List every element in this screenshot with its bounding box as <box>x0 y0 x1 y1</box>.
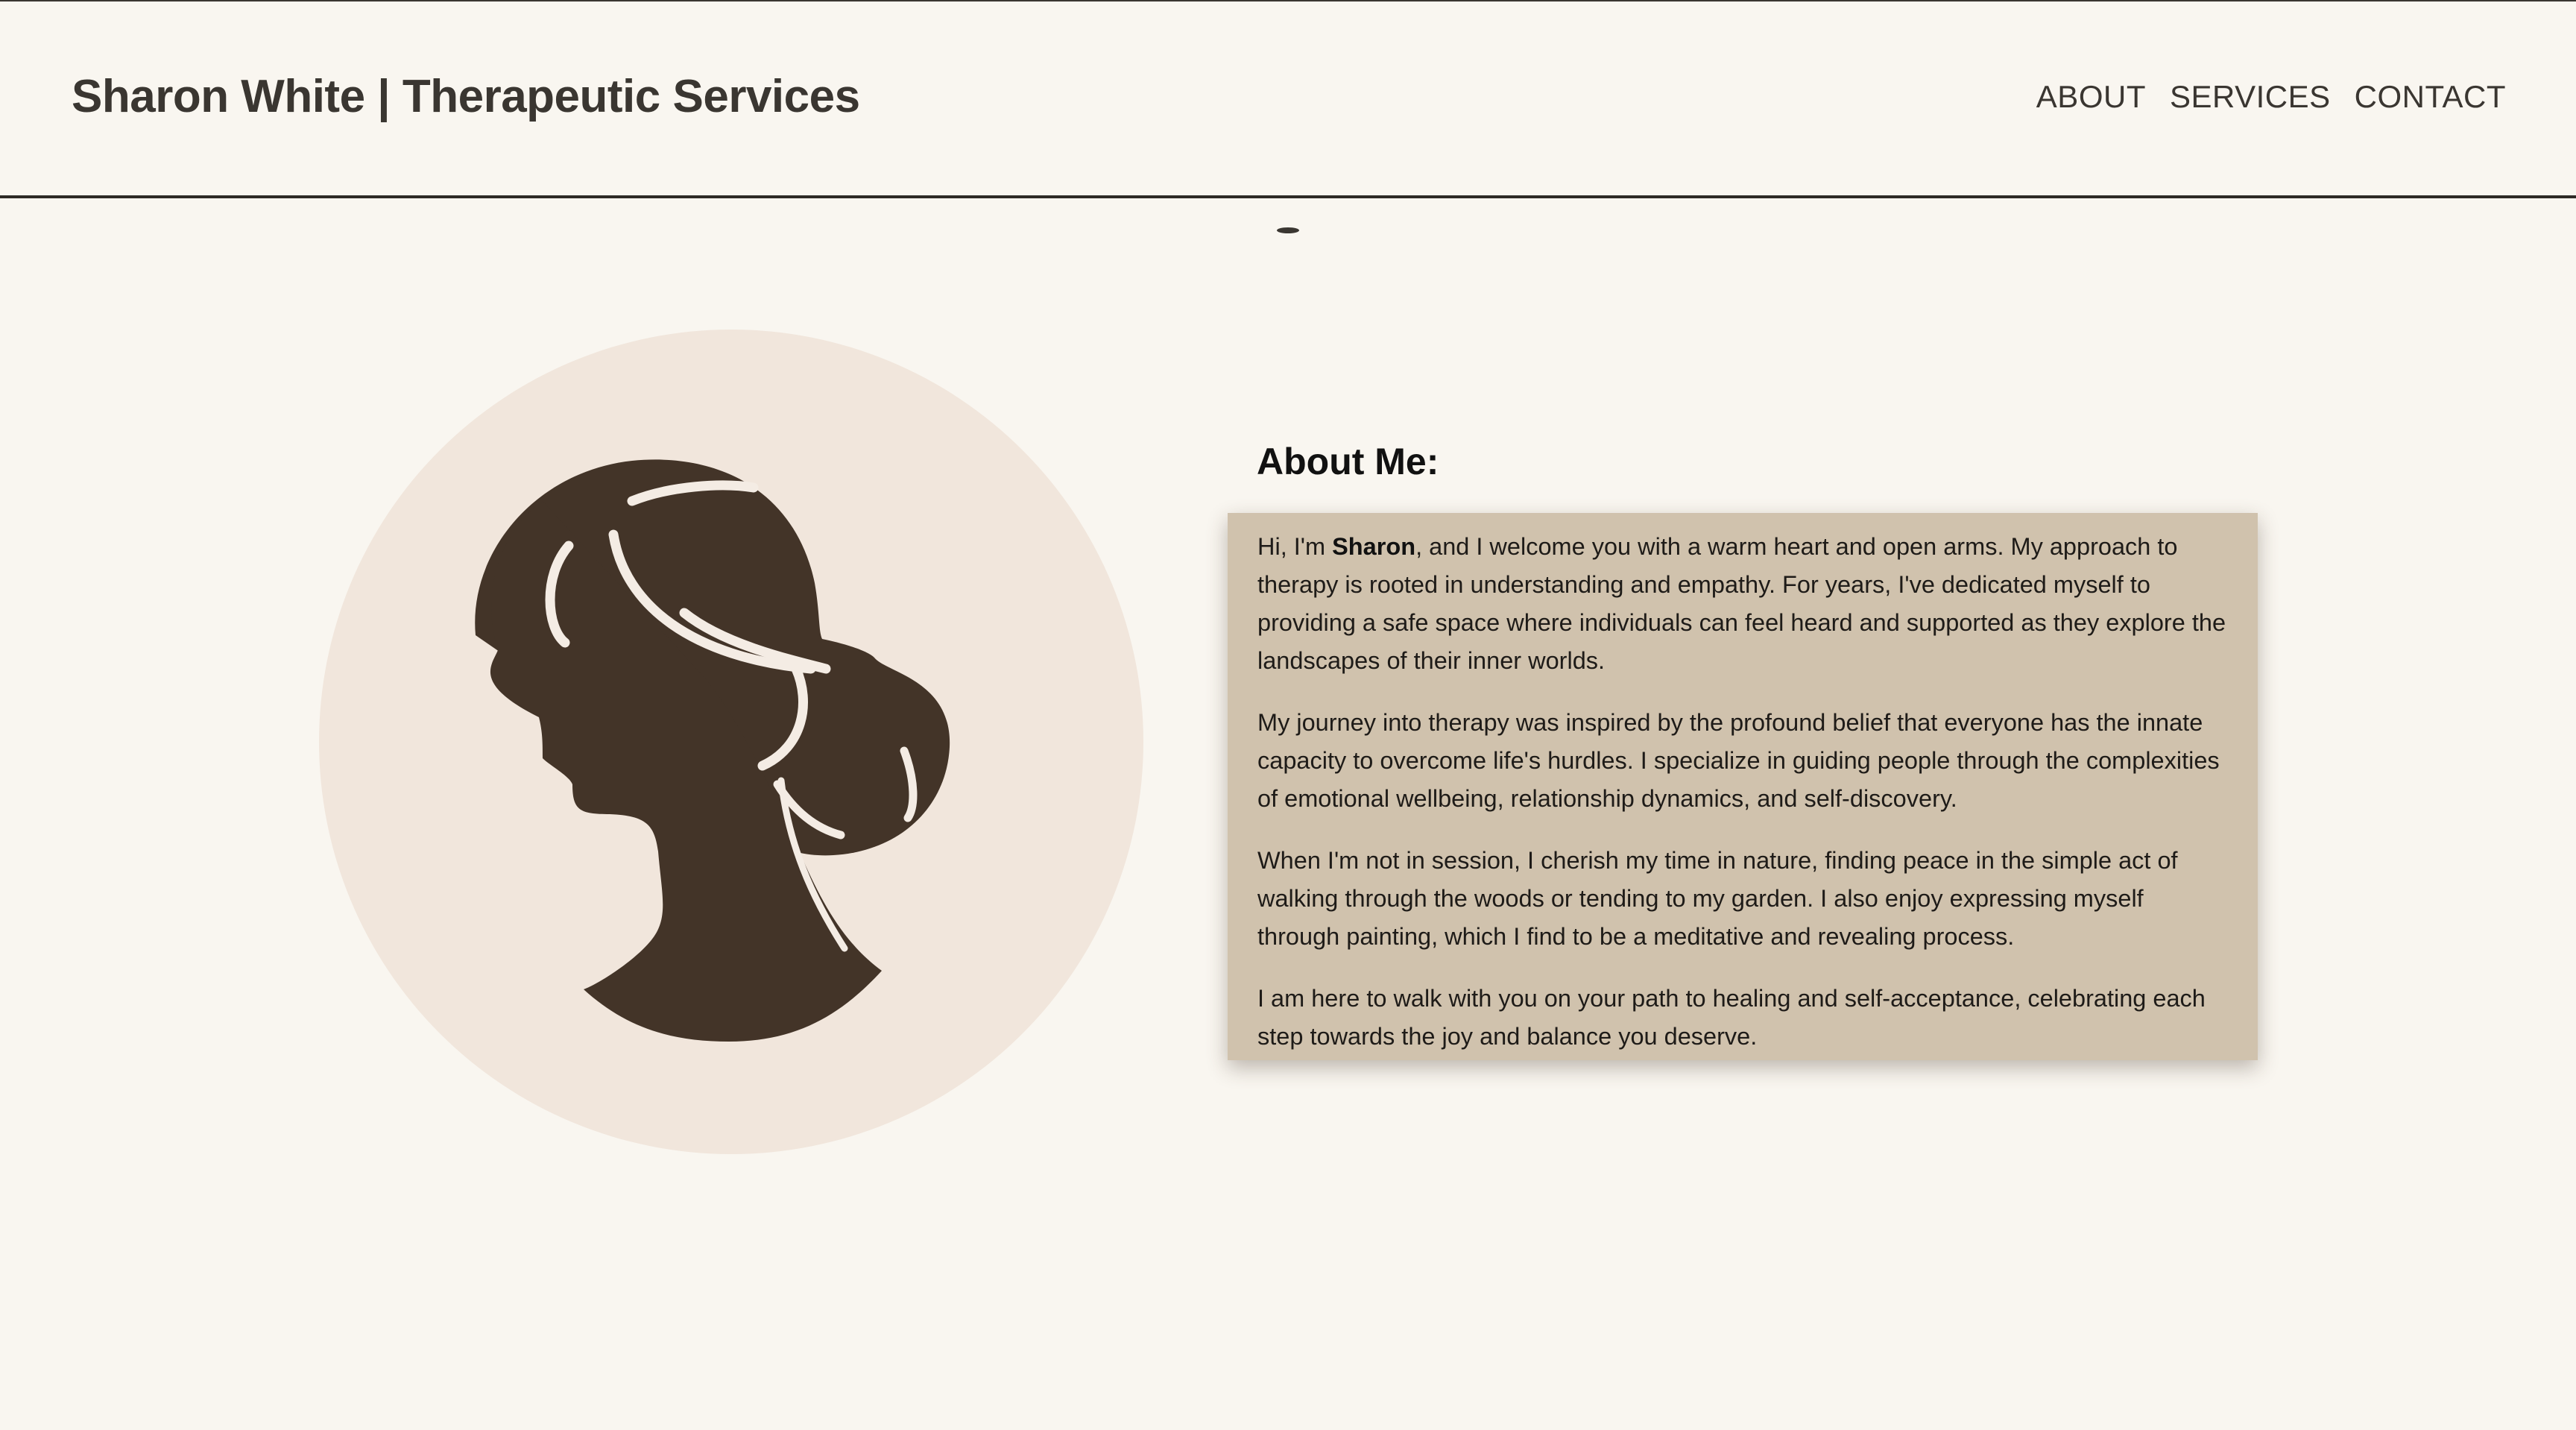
site-title[interactable]: Sharon White | Therapeutic Services <box>72 70 860 123</box>
about-paragraph: When I'm not in session, I cherish my ti… <box>1257 847 2178 950</box>
avatar <box>319 330 1143 1154</box>
about-heading: About Me: <box>1257 441 1439 482</box>
about-name-text: Sharon <box>1332 533 1416 560</box>
main-nav: ABOUT SERVICES CONTACT <box>2036 79 2506 115</box>
about-paragraph: My journey into therapy was inspired by … <box>1257 709 2220 812</box>
woman-silhouette-icon <box>475 459 950 1042</box>
about-paragraph: I am here to walk with you on your path … <box>1257 985 2206 1050</box>
nav-contact-link[interactable]: CONTACT <box>2355 79 2506 115</box>
decorative-dot <box>1277 227 1299 233</box>
page: Sharon White | Therapeutic Services ABOU… <box>0 0 2576 1430</box>
nav-about-link[interactable]: ABOUT <box>2036 79 2146 115</box>
about-paragraph: Hi, I'm Sharon, and I welcome you with a… <box>1257 528 2228 680</box>
about-text-box: Hi, I'm Sharon, and I welcome you with a… <box>1228 513 2258 1060</box>
nav-services-link[interactable]: SERVICES <box>2170 79 2331 115</box>
about-intro-text: Hi, I'm <box>1257 533 1333 560</box>
site-header: Sharon White | Therapeutic Services ABOU… <box>0 1 2576 198</box>
